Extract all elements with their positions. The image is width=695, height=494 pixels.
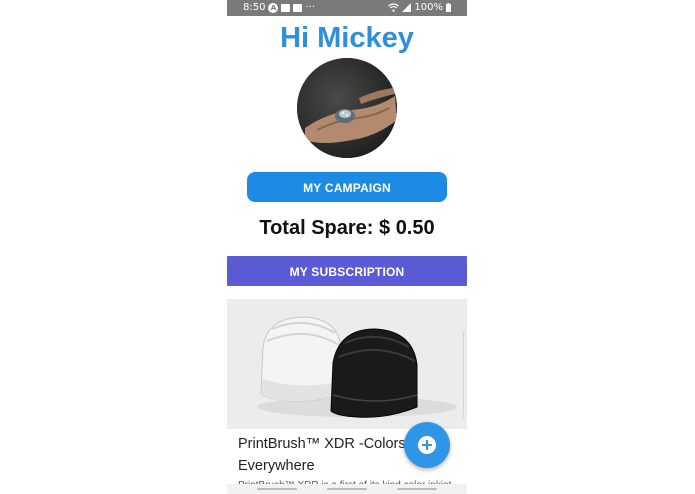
printers-illustration <box>227 299 467 429</box>
nav-home-indicator[interactable] <box>327 488 367 490</box>
nav-recents-indicator[interactable] <box>257 488 297 490</box>
my-campaign-button[interactable]: MY CAMPAIGN <box>247 172 447 202</box>
nav-bar <box>227 484 467 494</box>
nav-back-indicator[interactable] <box>397 488 437 490</box>
add-fab-button[interactable] <box>404 422 450 468</box>
status-bar: 8:50 A ··· 100% <box>227 0 467 16</box>
gallery-icon <box>293 3 303 12</box>
my-subscription-button[interactable]: MY SUBSCRIPTION <box>227 256 467 286</box>
a-icon: A <box>268 2 279 13</box>
signal-icon <box>402 3 412 12</box>
avatar[interactable] <box>297 58 397 158</box>
wifi-icon <box>388 3 400 12</box>
total-spare-text: Total Spare: $ 0.50 <box>259 217 435 239</box>
battery-icon <box>446 3 451 12</box>
phone-screen: 8:50 A ··· 100% Hi Mickey MY CAMPAIGN To… <box>227 0 467 494</box>
product-image <box>227 299 467 429</box>
status-time: 8:50 <box>243 2 266 13</box>
battery-text: 100% <box>414 2 443 13</box>
plus-icon <box>418 436 436 454</box>
edge-panel-handle[interactable] <box>463 330 467 420</box>
overflow-dots: ··· <box>305 2 316 13</box>
greeting-title: Hi Mickey <box>280 22 414 54</box>
image-icon <box>281 3 291 12</box>
avatar-photo <box>297 58 397 158</box>
